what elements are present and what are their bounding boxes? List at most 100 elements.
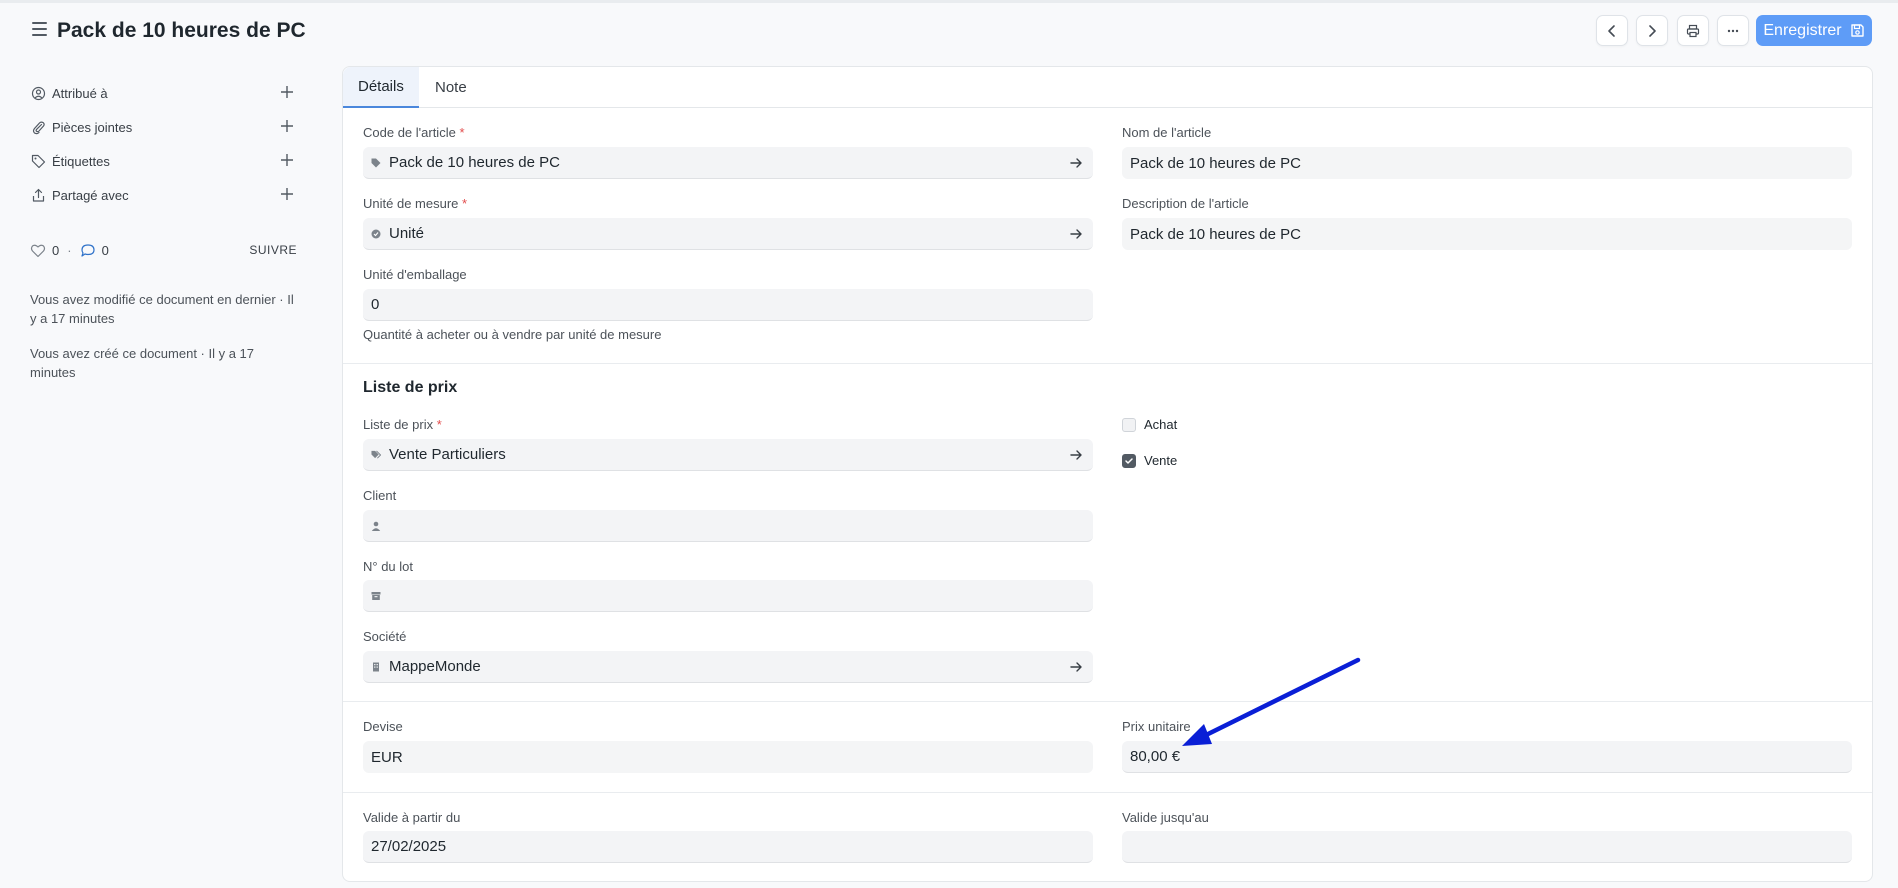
- chevron-right-icon: [1649, 24, 1656, 37]
- packing-unit-value: 0: [371, 296, 380, 313]
- comment-icon[interactable]: [80, 243, 96, 258]
- sidebar-item-shared-with[interactable]: Partagé avec: [30, 178, 297, 212]
- paperclip-icon: [30, 119, 46, 135]
- sidebar-item-label: Étiquettes: [52, 153, 110, 169]
- customer-field[interactable]: [363, 510, 1093, 542]
- item-description-value: Pack de 10 heures de PC: [1130, 225, 1301, 243]
- page-title: Pack de 10 heures de PC: [57, 19, 306, 42]
- currency-field: EUR: [363, 741, 1093, 773]
- more-options-button[interactable]: [1717, 15, 1749, 46]
- heart-icon[interactable]: [30, 243, 46, 258]
- check-circle-icon: [371, 229, 381, 239]
- arrow-right-icon[interactable]: [1069, 448, 1083, 462]
- selling-checkbox-row[interactable]: Vente: [1122, 453, 1177, 468]
- uom-value: Unité: [389, 225, 425, 242]
- buying-checkbox[interactable]: [1122, 417, 1136, 432]
- sidebar-item-label: Attribué à: [52, 85, 108, 101]
- likes-comments-row: 0 · 0 SUIVRE: [30, 240, 297, 260]
- plus-icon[interactable]: [279, 118, 295, 134]
- tab-note[interactable]: Note: [420, 67, 482, 108]
- plus-icon[interactable]: [279, 186, 295, 202]
- save-button-label: Enregistrer: [1763, 21, 1842, 39]
- valid-from-label: Valide à partir du: [363, 810, 461, 825]
- company-label: Société: [363, 629, 407, 644]
- comments-count: 0: [101, 242, 109, 258]
- price-list-value: Vente Particuliers: [389, 446, 506, 463]
- item-name-field: Pack de 10 heures de PC: [1122, 147, 1852, 179]
- printer-icon: [1686, 24, 1700, 37]
- user-icon: [371, 521, 381, 531]
- company-value: MappeMonde: [389, 658, 481, 675]
- save-icon: [1850, 24, 1864, 37]
- separator-dot: ·: [67, 242, 72, 258]
- page-header: Pack de 10 heures de PC Enregistrer: [0, 0, 1898, 64]
- section-title-price-list: Liste de prix: [363, 379, 458, 396]
- tags-icon: [371, 450, 381, 460]
- sidebar: Attribué à Pièces jointes Étiquettes Par…: [30, 76, 297, 212]
- valid-upto-input[interactable]: [1122, 831, 1852, 863]
- share-icon: [30, 187, 46, 203]
- selling-label: Vente: [1144, 453, 1178, 468]
- batch-no-label: N° du lot: [363, 559, 414, 574]
- packing-unit-help: Quantité à acheter ou à vendre par unité…: [363, 327, 662, 342]
- packing-unit-label: Unité d'emballage: [363, 267, 467, 282]
- buying-label: Achat: [1144, 417, 1178, 432]
- section-divider: [343, 701, 1872, 702]
- save-button[interactable]: Enregistrer: [1756, 15, 1872, 46]
- company-field[interactable]: MappeMonde: [363, 651, 1093, 683]
- uom-label: Unité de mesure *: [363, 196, 468, 211]
- check-icon: [1125, 457, 1133, 464]
- rate-label: Prix unitaire: [1122, 719, 1191, 734]
- valid-from-input[interactable]: 27/02/2025: [363, 831, 1093, 863]
- price-list-field[interactable]: Vente Particuliers: [363, 439, 1093, 471]
- rate-input[interactable]: 80,00 €: [1122, 741, 1852, 773]
- print-button[interactable]: [1677, 15, 1709, 46]
- follow-button[interactable]: SUIVRE: [249, 243, 297, 257]
- item-name-label: Nom de l'article: [1122, 125, 1212, 140]
- chevron-left-icon: [1608, 24, 1615, 37]
- currency-value: EUR: [371, 748, 403, 766]
- section-divider: [343, 363, 1872, 364]
- item-code-label: Code de l'article *: [363, 125, 465, 140]
- arrow-right-icon[interactable]: [1069, 660, 1083, 674]
- building-icon: [371, 662, 381, 672]
- sidebar-item-attachments[interactable]: Pièces jointes: [30, 110, 297, 144]
- tag-icon: [371, 158, 381, 168]
- activity-item: Vous avez modifié ce document en dernier…: [30, 292, 294, 326]
- activity-item: Vous avez créé ce document · Il y a 17 m…: [30, 346, 255, 380]
- item-code-value: Pack de 10 heures de PC: [389, 154, 560, 171]
- uom-field[interactable]: Unité: [363, 218, 1093, 250]
- arrow-right-icon[interactable]: [1069, 227, 1083, 241]
- selling-checkbox[interactable]: [1122, 453, 1136, 468]
- next-button[interactable]: [1636, 15, 1668, 46]
- sidebar-item-label: Partagé avec: [52, 187, 129, 203]
- user-plus-icon: [30, 85, 46, 101]
- tab-details[interactable]: Détails: [343, 67, 419, 108]
- buying-checkbox-row[interactable]: Achat: [1122, 417, 1177, 432]
- customer-label: Client: [363, 488, 397, 503]
- item-name-value: Pack de 10 heures de PC: [1130, 154, 1301, 172]
- tab-bar: Détails Note: [343, 67, 1872, 108]
- batch-no-field[interactable]: [363, 580, 1093, 612]
- rate-value: 80,00 €: [1130, 748, 1181, 765]
- likes-count: 0: [52, 242, 60, 258]
- item-code-field[interactable]: Pack de 10 heures de PC: [363, 147, 1093, 179]
- previous-button[interactable]: [1596, 15, 1628, 46]
- sidebar-item-tags[interactable]: Étiquettes: [30, 144, 297, 178]
- arrow-right-icon[interactable]: [1069, 156, 1083, 170]
- sidebar-item-assigned-to[interactable]: Attribué à: [30, 76, 297, 110]
- tag-icon: [30, 153, 46, 169]
- plus-icon[interactable]: [279, 152, 295, 168]
- valid-from-value: 27/02/2025: [371, 838, 447, 855]
- section-divider: [343, 792, 1872, 793]
- form-card: Détails Note Code de l'article * Pack de…: [342, 66, 1873, 882]
- currency-label: Devise: [363, 719, 403, 734]
- item-description-field: Pack de 10 heures de PC: [1122, 218, 1852, 250]
- price-list-label: Liste de prix *: [363, 417, 442, 432]
- packing-unit-input[interactable]: 0: [363, 289, 1093, 321]
- sidebar-item-label: Pièces jointes: [52, 119, 133, 135]
- menu-icon[interactable]: [32, 22, 47, 36]
- ellipsis-icon: [1727, 29, 1739, 32]
- plus-icon[interactable]: [279, 84, 295, 100]
- item-description-label: Description de l'article: [1122, 196, 1249, 211]
